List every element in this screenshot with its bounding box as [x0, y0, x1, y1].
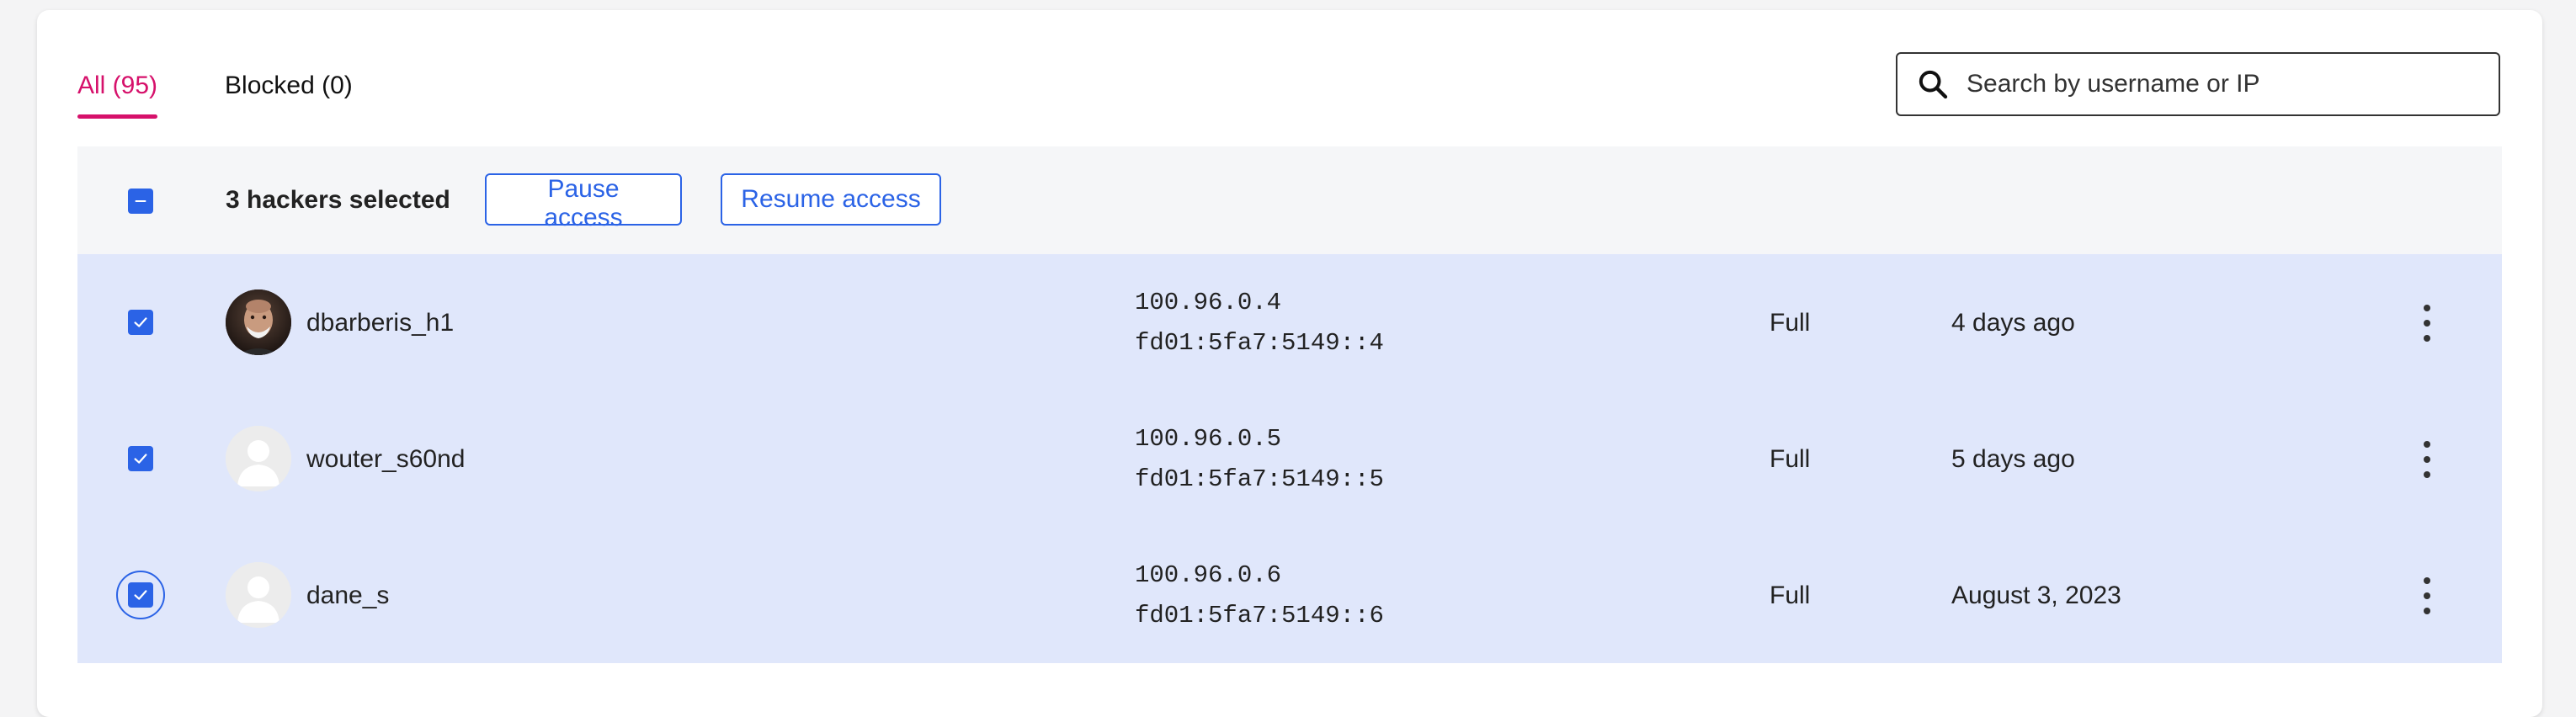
tab-bar: All (95) Blocked (0) — [77, 67, 420, 119]
username: dane_s — [306, 582, 390, 609]
selection-count: 3 hackers selected — [226, 186, 450, 214]
row-checkbox[interactable] — [128, 310, 153, 335]
access-level: Full — [1770, 309, 1811, 337]
default-avatar-icon — [226, 562, 291, 628]
default-avatar-icon — [226, 426, 291, 491]
checkmark-icon — [134, 590, 147, 600]
minus-icon — [135, 199, 146, 203]
kebab-menu-icon[interactable] — [2414, 305, 2440, 342]
avatar — [226, 426, 291, 491]
username: wouter_s60nd — [306, 445, 466, 473]
ipv4-address: 100.96.0.4 — [1135, 289, 1282, 316]
row-checkbox[interactable] — [128, 446, 153, 471]
search-icon — [1919, 70, 1948, 99]
ipv4-address: 100.96.0.5 — [1135, 425, 1282, 453]
tab-all[interactable]: All (95) — [77, 67, 158, 119]
search-input[interactable] — [1965, 69, 2473, 99]
select-all-checkbox[interactable] — [128, 189, 153, 214]
kebab-menu-icon[interactable] — [2414, 577, 2440, 614]
username: dbarberis_h1 — [306, 309, 455, 337]
search-box — [1896, 52, 2500, 116]
ipv6-address: fd01:5fa7:5149::6 — [1135, 602, 1384, 629]
tab-blocked[interactable]: Blocked (0) — [225, 67, 353, 118]
avatar — [226, 562, 291, 628]
last-seen: 5 days ago — [1951, 445, 2075, 473]
ipv6-address: fd01:5fa7:5149::5 — [1135, 465, 1384, 493]
access-level: Full — [1770, 582, 1811, 609]
pause-access-button[interactable]: Pause access — [485, 173, 682, 231]
checkmark-icon — [134, 317, 147, 327]
access-level: Full — [1770, 445, 1811, 473]
last-seen: 4 days ago — [1951, 309, 2075, 337]
user-photo-icon — [226, 289, 291, 355]
table-row[interactable] — [77, 527, 2502, 663]
ipv4-address: 100.96.0.6 — [1135, 561, 1282, 589]
row-checkbox[interactable] — [128, 582, 153, 608]
avatar — [226, 289, 291, 355]
ipv6-address: fd01:5fa7:5149::4 — [1135, 329, 1384, 357]
resume-access-button[interactable]: Resume access — [721, 173, 941, 226]
last-seen: August 3, 2023 — [1951, 582, 2121, 609]
checkmark-icon — [134, 454, 147, 464]
kebab-menu-icon[interactable] — [2414, 441, 2440, 478]
